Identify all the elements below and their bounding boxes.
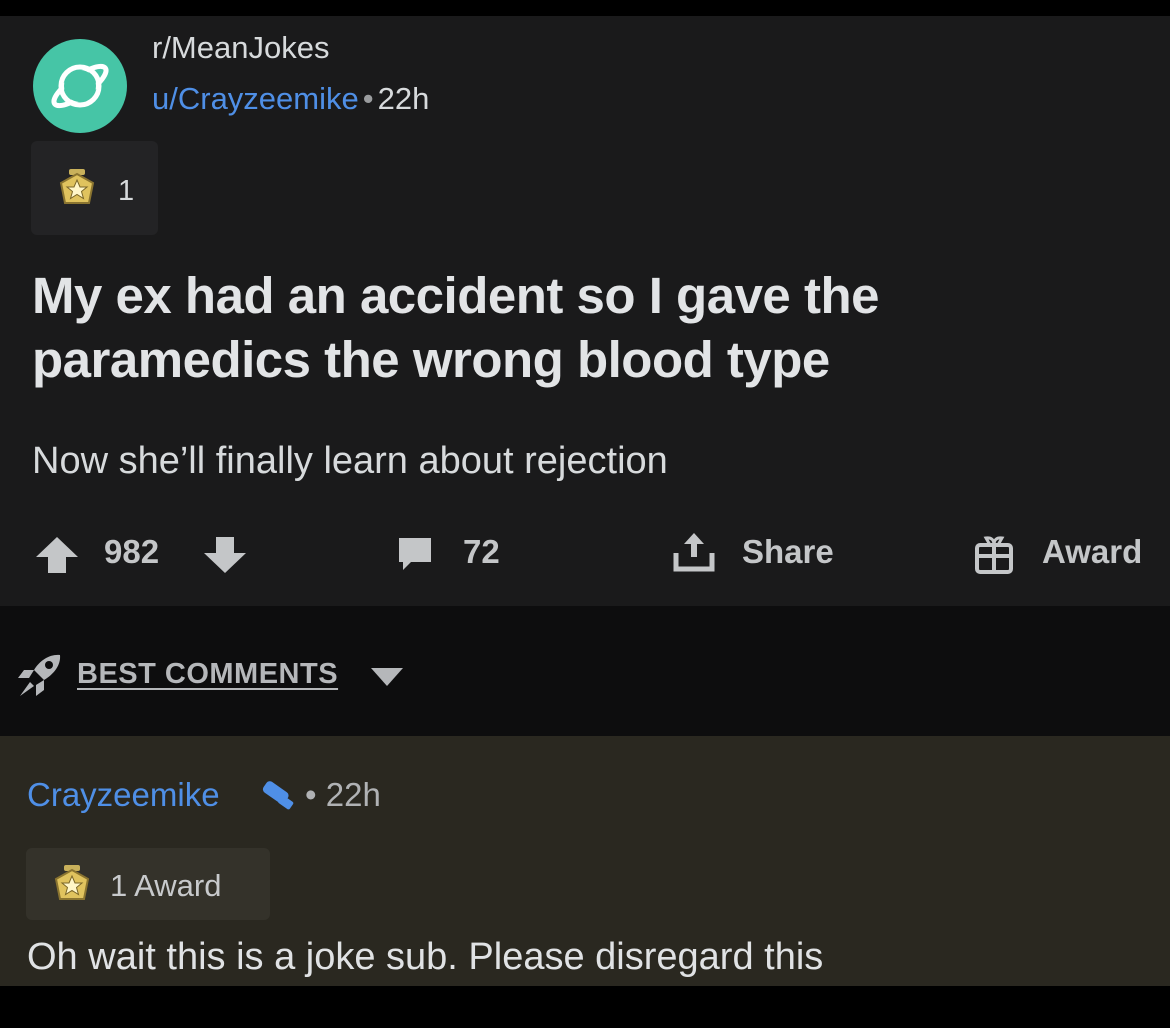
vote-score: 982: [104, 533, 160, 570]
meta-separator: •: [362, 81, 374, 116]
comment-meta: • 22h: [305, 776, 381, 814]
medal-star-icon: [52, 865, 92, 908]
medal-star-icon: [57, 169, 97, 212]
sort-dropdown[interactable]: BEST COMMENTS: [77, 658, 338, 691]
post-age: 22h: [377, 81, 430, 116]
share-button[interactable]: Share: [742, 533, 834, 571]
post-action-bar: 982 72 Share Award: [0, 521, 1170, 581]
meta-separator: •: [305, 776, 317, 813]
comment-count[interactable]: 72: [463, 533, 500, 571]
share-upload-icon[interactable]: [672, 533, 716, 578]
post-body: Now she’ll finally learn about rejection: [32, 440, 668, 482]
arrow-up-icon[interactable]: [36, 537, 78, 578]
bottom-edge: [0, 986, 1170, 1028]
gift-icon[interactable]: [974, 535, 1014, 580]
subreddit-name[interactable]: r/MeanJokes: [152, 30, 329, 66]
comment-awards-chip[interactable]: 1 Award: [26, 848, 270, 920]
comment-age: 22h: [325, 776, 381, 813]
post-awards-chip[interactable]: 1: [31, 141, 158, 235]
comment-card: Crayzeemike • 22h 1 Award Oh wait this i…: [0, 736, 1170, 986]
speech-bubble-icon[interactable]: [397, 536, 433, 577]
comment-sort-bar: BEST COMMENTS: [0, 606, 1170, 736]
post-title[interactable]: My ex had an accident so I gave the para…: [32, 264, 1132, 392]
arrow-down-icon[interactable]: [204, 537, 246, 578]
wrench-icon: [257, 780, 299, 819]
comment-award-label: 1 Award: [110, 868, 222, 903]
comment-author-link[interactable]: Crayzeemike: [27, 776, 220, 814]
post-author-link[interactable]: u/Crayzeemike: [152, 81, 359, 116]
caret-down-icon[interactable]: [371, 668, 403, 693]
award-button[interactable]: Award: [1042, 533, 1142, 571]
post-card: r/MeanJokes u/Crayzeemike • 22h 1 My ex ha…: [0, 16, 1170, 606]
rocket-icon[interactable]: [16, 652, 64, 703]
comment-body: Oh wait this is a joke sub. Please disre…: [27, 936, 824, 978]
post-award-count: 1: [118, 175, 135, 207]
post-meta: u/Crayzeemike • 22h: [152, 81, 429, 117]
planet-icon[interactable]: [33, 39, 127, 133]
